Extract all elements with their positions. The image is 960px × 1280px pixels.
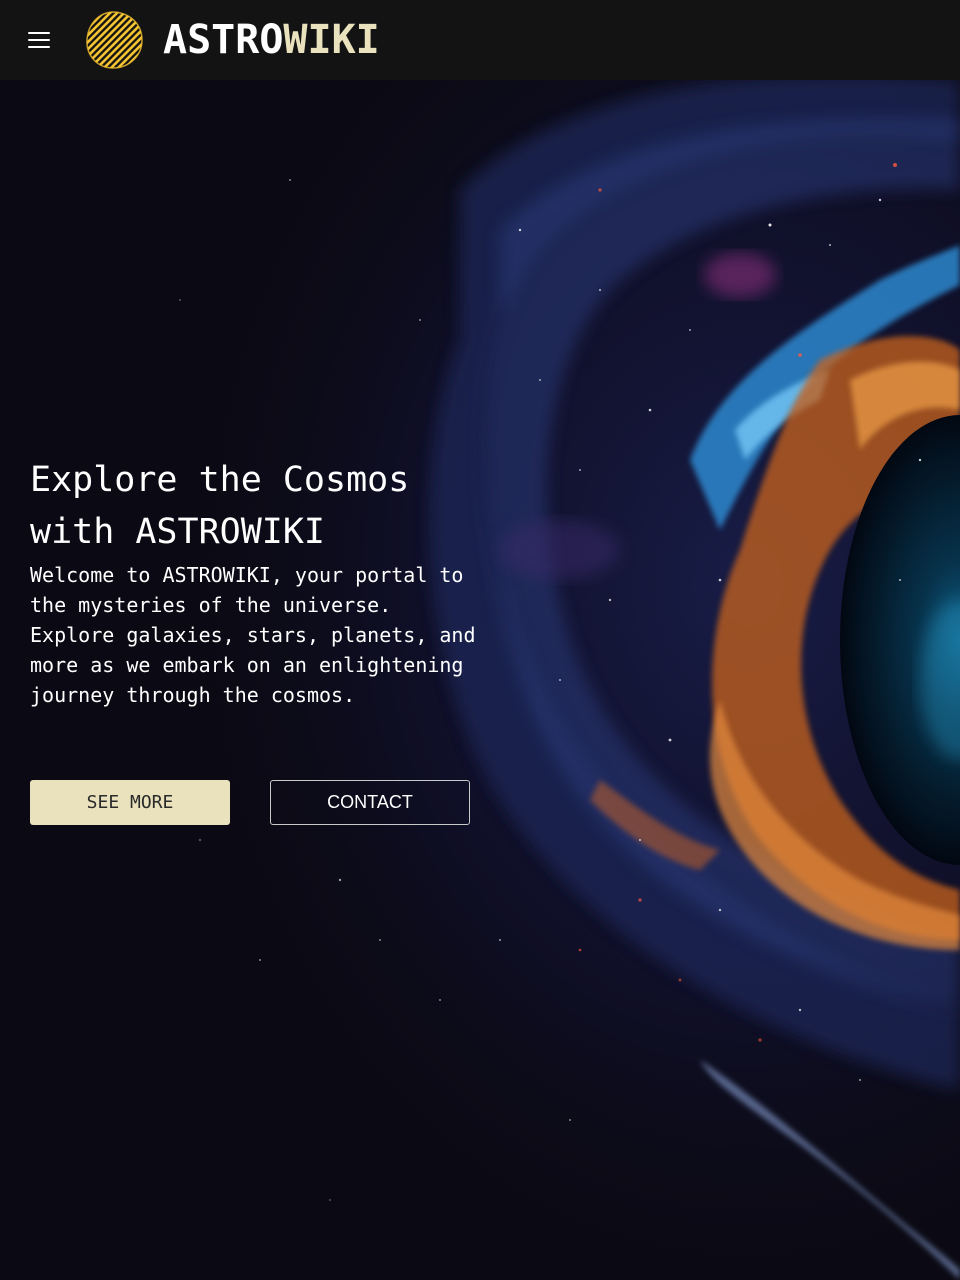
brand-name[interactable]: ASTROWIKI [163,14,380,66]
hero-description: Welcome to ASTROWIKI, your portal to the… [30,563,476,707]
brand-part-astro: ASTRO [163,17,284,63]
hero-section: Explore the Cosmos with ASTROWIKI Welcom… [0,80,960,1280]
logo-icon[interactable] [82,8,146,72]
contact-button[interactable]: CONTACT [270,780,470,825]
hero-title: Explore the Cosmos with ASTROWIKI [30,460,410,552]
navbar: ASTROWIKI [0,0,960,80]
see-more-button[interactable]: SEE MORE [30,780,230,825]
brand-part-wiki: WIKI [283,17,380,63]
hamburger-menu-icon[interactable] [26,28,54,52]
